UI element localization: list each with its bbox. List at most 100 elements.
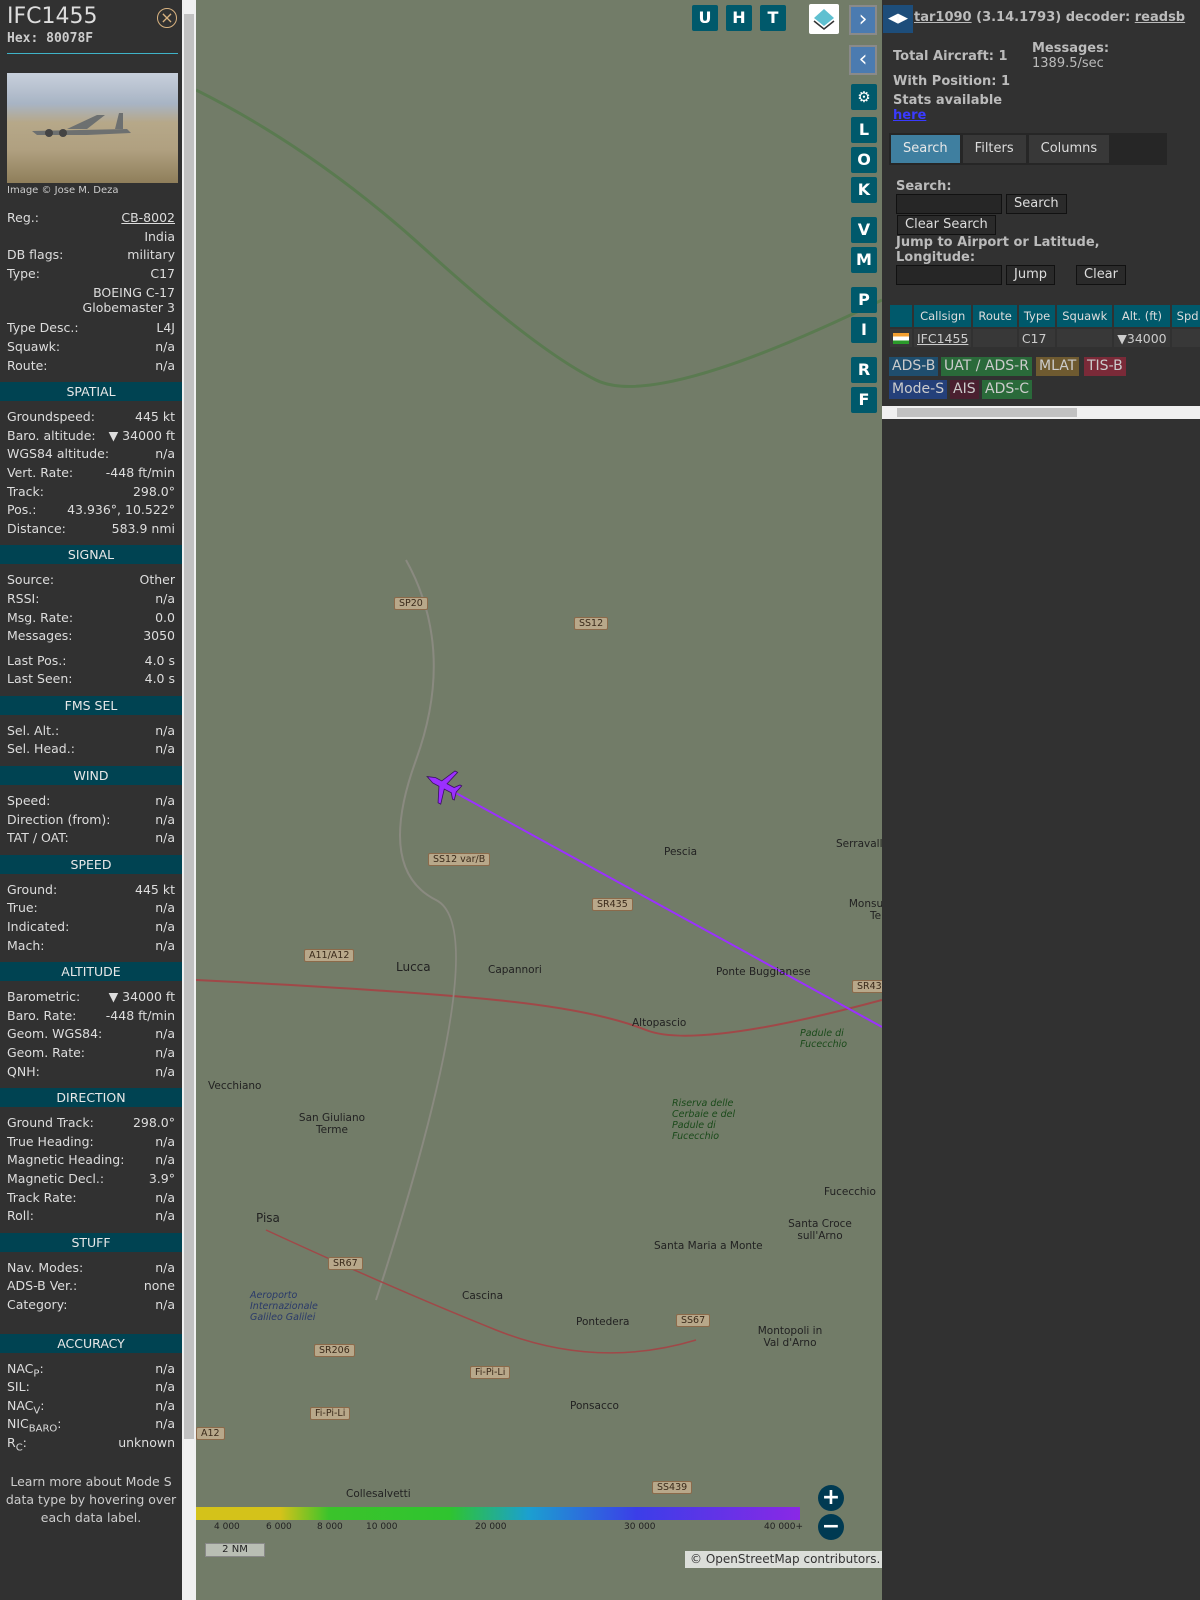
info-label[interactable]: Sel. Head.: [7,740,75,759]
info-label[interactable]: NACV: [7,1397,44,1417]
info-label[interactable]: Magnetic Decl.: [7,1170,104,1189]
column-header[interactable]: Callsign [914,305,972,327]
info-label[interactable]: TAT / OAT: [7,829,69,848]
info-label[interactable]: Squawk: [7,338,60,357]
column-header[interactable]: Type [1018,305,1056,327]
info-label[interactable]: Type Desc.: [7,319,79,338]
info-label[interactable]: Track: [7,483,44,502]
info-label[interactable]: Indicated: [7,918,69,937]
settings-gear-icon[interactable]: ⚙ [851,84,877,110]
info-label[interactable]: NACP: [7,1360,44,1380]
info-label[interactable]: Barometric: [7,988,80,1007]
sidebar-scrollbar[interactable] [182,0,196,1600]
map-button-h[interactable]: H [726,5,752,31]
info-label[interactable]: SIL: [7,1378,30,1397]
info-label[interactable]: Ground: [7,881,57,900]
map-button-k[interactable]: K [851,177,877,203]
column-header[interactable]: Squawk [1057,305,1113,327]
info-label[interactable]: Magnetic Heading: [7,1151,124,1170]
map-button-t[interactable]: T [760,5,786,31]
info-value[interactable]: CB-8002 [121,209,175,228]
column-header[interactable]: Alt. (ft) [1114,305,1170,327]
info-label[interactable]: Groundspeed: [7,408,95,427]
jump-button[interactable]: Jump [1006,265,1055,285]
search-input[interactable] [896,194,1002,214]
table-row[interactable]: IFC1455 C17 ▼34000 [890,329,1200,347]
column-header[interactable] [890,305,912,327]
layers-button[interactable] [809,4,839,34]
info-label[interactable]: ADS-B Ver.: [7,1277,77,1296]
info-label[interactable]: Route: [7,357,48,376]
info-label[interactable]: Pos.: [7,501,36,520]
info-value: n/a [155,1416,175,1432]
info-label[interactable]: Ground Track: [7,1114,94,1133]
map-button-i[interactable]: I [851,317,877,343]
info-label[interactable]: RC: [7,1434,27,1454]
map-button-f[interactable]: F [851,387,877,413]
info-label[interactable]: Mach: [7,937,44,956]
app-link[interactable]: tar1090 [914,10,972,25]
jump-input[interactable] [896,265,1002,285]
info-label[interactable]: RSSI: [7,590,39,609]
table-horizontal-scrollbar[interactable] [882,406,1200,419]
map-button-v[interactable]: V [851,217,877,243]
info-label[interactable]: Source: [7,571,54,590]
column-header[interactable]: Spd [1171,305,1200,327]
info-row: Squawk: n/a [0,338,182,357]
scrollbar-thumb[interactable] [897,408,1077,417]
chevron-left-icon[interactable]: ‹ [849,45,877,75]
decoder-link[interactable]: readsb [1135,10,1185,25]
info-label[interactable]: Type: [7,265,40,284]
zoom-in-icon[interactable]: + [818,1485,844,1511]
map[interactable]: Pescia Serravalle Monsummano Terme Lucca Cap… [196,0,882,1568]
info-label[interactable]: Msg. Rate: [7,609,73,628]
chevron-right-icon[interactable]: › [849,5,877,35]
tab-columns[interactable]: Columns [1028,135,1110,163]
search-button[interactable]: Search [1006,194,1067,214]
aircraft-marker-icon[interactable] [419,761,467,809]
info-label[interactable]: Sel. Alt.: [7,722,59,741]
clear-search-button[interactable]: Clear Search [897,215,996,235]
info-label[interactable]: Messages: [7,627,73,646]
info-label[interactable]: Speed: [7,792,50,811]
info-label[interactable]: Geom. Rate: [7,1044,85,1063]
info-label[interactable]: NICBARO: [7,1415,62,1435]
info-label[interactable]: Direction (from): [7,811,111,830]
info-label[interactable]: WGS84 altitude: [7,445,109,464]
map-button-p[interactable]: P [851,287,877,313]
tab-filters[interactable]: Filters [962,135,1026,163]
cell-callsign[interactable]: IFC1455 [914,329,972,347]
info-label[interactable]: Distance: [7,520,66,539]
info-label[interactable]: Nav. Modes: [7,1259,83,1278]
map-button-l[interactable]: L [851,117,877,143]
info-label[interactable]: Geom. WGS84: [7,1025,102,1044]
info-value: n/a [155,1063,175,1079]
info-label[interactable]: Last Pos.: [7,652,66,671]
info-label[interactable]: True Heading: [7,1133,94,1152]
map-attribution[interactable]: © OpenStreetMap contributors. [685,1551,882,1568]
info-label[interactable]: Reg.: [7,209,39,228]
scrollbar-thumb[interactable] [184,14,194,1439]
clear-button[interactable]: Clear [1076,265,1126,285]
info-label[interactable]: Vert. Rate: [7,464,73,483]
zoom-out-icon[interactable]: − [818,1514,844,1540]
info-label[interactable]: Track Rate: [7,1189,77,1208]
map-button-o[interactable]: O [851,147,877,173]
stats-link[interactable]: here [893,108,926,123]
aircraft-photo[interactable] [7,73,178,183]
map-button-u[interactable]: U [692,5,718,31]
info-label[interactable]: True: [7,899,38,918]
info-label-text: NAC [7,1360,34,1376]
info-label[interactable]: Baro. altitude: [7,427,96,446]
tab-search[interactable]: Search [891,135,960,163]
info-label[interactable]: Category: [7,1296,67,1315]
info-label[interactable]: Roll: [7,1207,34,1226]
info-label[interactable]: Last Seen: [7,670,72,689]
info-label[interactable]: DB flags: [7,246,63,265]
info-label[interactable]: QNH: [7,1063,40,1082]
column-header[interactable]: Route [973,305,1017,327]
info-label[interactable]: Baro. Rate: [7,1007,76,1026]
map-button-r[interactable]: R [851,357,877,383]
close-icon[interactable]: × [157,8,177,28]
map-button-m[interactable]: M [851,247,877,273]
